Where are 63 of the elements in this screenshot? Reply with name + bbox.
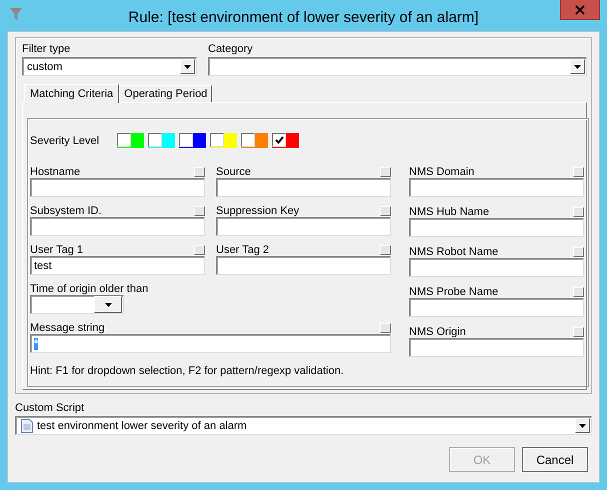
input-field[interactable] (30, 178, 205, 197)
severity-swatch[interactable] (117, 133, 144, 148)
dropdown-arrow-icon (184, 64, 191, 68)
input-field[interactable] (409, 218, 584, 237)
input-field[interactable] (409, 178, 584, 197)
field-label: NMS Hub Name (409, 206, 490, 218)
field-label: Source (216, 166, 251, 178)
time-dropdown[interactable] (30, 295, 124, 314)
input-field[interactable] (409, 258, 584, 277)
field-label: Time of origin older than (30, 283, 148, 295)
field-label: NMS Domain (409, 166, 474, 178)
option-toggle[interactable] (380, 206, 391, 216)
filter-type-dropdown[interactable]: custom (22, 57, 197, 76)
option-toggle[interactable] (573, 247, 584, 257)
input-field[interactable] (409, 298, 584, 317)
field-label: NMS Robot Name (409, 246, 498, 258)
option-toggle[interactable] (573, 167, 584, 177)
dropdown-arrow-icon (574, 64, 581, 68)
field-label: NMS Probe Name (409, 286, 498, 298)
dialog-button[interactable]: Cancel (522, 447, 588, 472)
close-button[interactable]: × (560, 0, 600, 20)
field-label: Suppression Key (216, 205, 300, 217)
custom-script-dropdown[interactable]: test environment lower severity of an alarm (15, 416, 592, 435)
tab[interactable]: Matching Criteria (24, 84, 120, 103)
input-field[interactable] (30, 217, 205, 236)
field-label: Message string (30, 322, 105, 334)
document-icon (21, 418, 33, 432)
severity-swatch[interactable] (179, 133, 206, 148)
field-label: Custom Script (15, 402, 86, 414)
dropdown-arrow-icon (104, 302, 112, 306)
option-toggle[interactable] (573, 287, 584, 297)
option-toggle[interactable] (573, 327, 584, 337)
option-toggle[interactable] (573, 207, 584, 217)
severity-swatch[interactable] (148, 133, 175, 148)
input-field[interactable] (216, 217, 391, 236)
input-field[interactable]: test (30, 256, 205, 275)
field-label: NMS Origin (409, 326, 466, 338)
field-label: Category (208, 43, 254, 55)
field-label: Hostname (30, 166, 80, 178)
field-label: User Tag 2 (216, 244, 269, 256)
option-toggle[interactable] (380, 245, 391, 255)
filter-icon (10, 8, 22, 21)
severity-swatch[interactable] (272, 133, 299, 148)
window-title: Rule: [test environment of lower severity of an alarm] (128, 8, 479, 26)
input-field[interactable] (216, 178, 391, 197)
category-dropdown[interactable] (208, 57, 587, 76)
input-field[interactable] (409, 338, 584, 357)
option-toggle[interactable] (380, 167, 391, 177)
option-toggle[interactable] (194, 206, 205, 216)
field-label: Filter type (22, 43, 72, 55)
severity-label: Severity Level (30, 134, 100, 146)
input-field[interactable] (216, 256, 391, 275)
option-toggle[interactable] (194, 167, 205, 177)
field-label: Subsystem ID. (30, 205, 102, 217)
dropdown-arrow-icon (579, 424, 586, 428)
check-icon (274, 136, 284, 144)
hint-text: Hint: F1 for dropdown selection, F2 for pattern/regexp validation. (30, 365, 345, 377)
option-toggle[interactable] (380, 323, 391, 333)
severity-swatch[interactable] (241, 133, 268, 148)
tab[interactable]: Operating Period (119, 85, 212, 102)
severity-swatch[interactable] (210, 133, 237, 148)
field-label: User Tag 1 (30, 244, 83, 256)
option-toggle[interactable] (194, 245, 205, 255)
